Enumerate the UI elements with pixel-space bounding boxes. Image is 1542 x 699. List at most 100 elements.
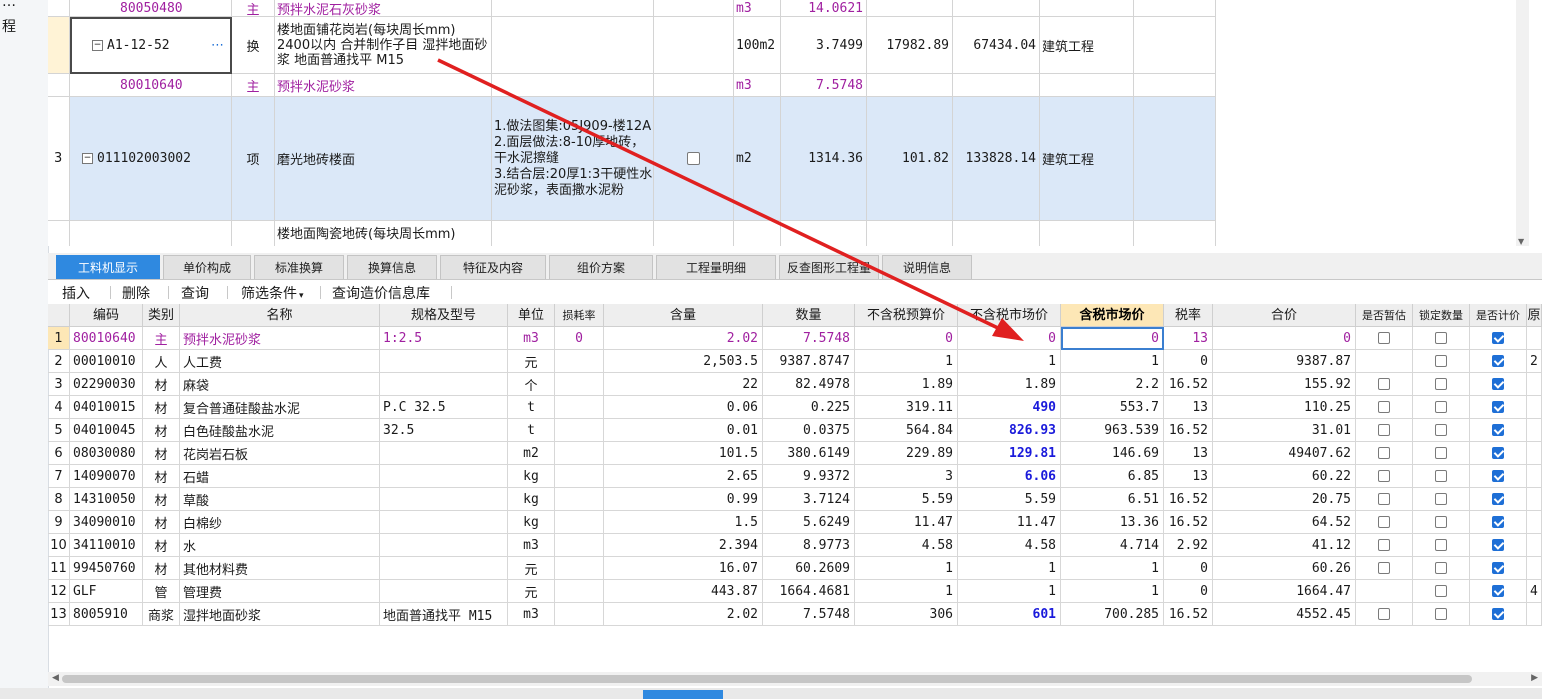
loss-rate-cell[interactable] <box>555 373 604 396</box>
unchecked-checkbox-icon[interactable] <box>1378 516 1390 528</box>
tax-rate-cell[interactable]: 16.52 <box>1164 488 1213 511</box>
quantity-cell[interactable]: 8.9773 <box>763 534 855 557</box>
unit-cell[interactable]: 元 <box>508 580 555 603</box>
left-panel-item[interactable]: … <box>2 0 16 10</box>
market-price-cell[interactable]: 1.89 <box>958 373 1061 396</box>
quantity-cell[interactable]: 0.225 <box>763 396 855 419</box>
loss-rate-cell[interactable] <box>555 442 604 465</box>
content-cell[interactable]: 22 <box>604 373 763 396</box>
unchecked-checkbox-icon[interactable] <box>1435 470 1447 482</box>
budget-price-cell[interactable]: 306 <box>855 603 958 626</box>
market-price-cell[interactable]: 5.59 <box>958 488 1061 511</box>
tax-market-price-cell[interactable]: 6.85 <box>1061 465 1164 488</box>
market-price-cell[interactable]: 826.93 <box>958 419 1061 442</box>
tax-rate-cell[interactable]: 16.52 <box>1164 419 1213 442</box>
total-cell[interactable]: 155.92 <box>1213 373 1356 396</box>
code-cell[interactable]: 04010045 <box>70 419 143 442</box>
name-cell[interactable]: 人工费 <box>180 350 380 373</box>
spec-cell[interactable]: 地面普通找平 M15 <box>380 603 508 626</box>
total-cell[interactable]: 9387.87 <box>1213 350 1356 373</box>
category-cell[interactable]: 材 <box>143 534 180 557</box>
loss-rate-cell[interactable] <box>555 465 604 488</box>
tax-rate-cell[interactable]: 2.92 <box>1164 534 1213 557</box>
col-tax-rate[interactable]: 税率 <box>1164 304 1213 327</box>
unit-cell[interactable]: m3 <box>508 534 555 557</box>
material-row[interactable]: 4 04010015 材复合普通硅酸盐水泥 P.C 32.5 t 0.06 0.225 319… <box>48 396 1542 419</box>
market-price-cell[interactable]: 1 <box>958 557 1061 580</box>
total-cell[interactable]: 64.52 <box>1213 511 1356 534</box>
content-cell[interactable]: 0.01 <box>604 419 763 442</box>
col-loss-rate[interactable]: 损耗率 <box>555 304 604 327</box>
tax-market-price-cell[interactable]: 963.539 <box>1061 419 1164 442</box>
category-cell[interactable]: 材 <box>143 442 180 465</box>
original-cell[interactable]: 2 <box>1527 350 1542 373</box>
quantity-cell[interactable]: 9387.8747 <box>763 350 855 373</box>
code-cell[interactable]: GLF <box>70 580 143 603</box>
unchecked-checkbox-icon[interactable] <box>1378 378 1390 390</box>
status-active-tab[interactable] <box>643 690 723 699</box>
col-market-price[interactable]: 不含税市场价 <box>958 304 1061 327</box>
checked-checkbox-icon[interactable] <box>1492 608 1504 620</box>
spec-cell[interactable]: 32.5 <box>380 419 508 442</box>
unchecked-checkbox-icon[interactable] <box>1378 332 1390 344</box>
loss-rate-cell[interactable] <box>555 580 604 603</box>
name-cell[interactable]: 石蜡 <box>180 465 380 488</box>
price-library-button[interactable]: 查询造价信息库 <box>332 283 430 303</box>
quantity-cell[interactable]: 5.6249 <box>763 511 855 534</box>
unchecked-checkbox-icon[interactable] <box>1378 608 1390 620</box>
tax-rate-cell[interactable]: 16.52 <box>1164 373 1213 396</box>
unchecked-checkbox-icon[interactable] <box>1378 447 1390 459</box>
tab-reverse-lookup[interactable]: 反查图形工程量 <box>779 255 879 279</box>
content-cell[interactable]: 2.394 <box>604 534 763 557</box>
name-cell[interactable]: 水 <box>180 534 380 557</box>
category-cell[interactable]: 商浆 <box>143 603 180 626</box>
col-code[interactable]: 编码 <box>70 304 143 327</box>
unit-cell[interactable]: t <box>508 396 555 419</box>
tax-market-price-cell[interactable]: 553.7 <box>1061 396 1164 419</box>
col-unit[interactable]: 单位 <box>508 304 555 327</box>
budget-price-cell[interactable]: 1 <box>855 350 958 373</box>
category-cell[interactable]: 材 <box>143 557 180 580</box>
unchecked-checkbox-icon[interactable] <box>1435 332 1447 344</box>
filter-button[interactable]: 筛选条件 ▾ <box>241 283 304 303</box>
unchecked-checkbox-icon[interactable] <box>1378 401 1390 413</box>
tax-market-price-cell[interactable]: 1 <box>1061 557 1164 580</box>
code-cell[interactable]: 80010640 <box>70 327 143 350</box>
content-cell[interactable]: 2.02 <box>604 603 763 626</box>
tax-market-price-cell[interactable]: 6.51 <box>1061 488 1164 511</box>
market-price-cell[interactable]: 490 <box>958 396 1061 419</box>
quantity-cell[interactable]: 82.4978 <box>763 373 855 396</box>
col-lock-quantity[interactable]: 锁定数量 <box>1413 304 1470 327</box>
unchecked-checkbox-icon[interactable] <box>1435 447 1447 459</box>
material-row[interactable]: 1 80010640 主预拌水泥砂浆 1:2.5 m3 0 2.02 7.5748 0 0 0 13 0 <box>48 327 1542 350</box>
content-cell[interactable]: 2.65 <box>604 465 763 488</box>
category-cell[interactable]: 主 <box>143 327 180 350</box>
budget-price-cell[interactable]: 0 <box>855 327 958 350</box>
tab-standard-conversion[interactable]: 标准换算 <box>254 255 344 279</box>
total-cell[interactable]: 20.75 <box>1213 488 1356 511</box>
code-cell[interactable]: 99450760 <box>70 557 143 580</box>
tax-rate-cell[interactable]: 0 <box>1164 580 1213 603</box>
original-cell[interactable] <box>1527 327 1542 350</box>
tab-conversion-info[interactable]: 换算信息 <box>347 255 437 279</box>
total-cell[interactable]: 4552.45 <box>1213 603 1356 626</box>
material-row[interactable]: 5 04010045 材白色硅酸盐水泥 32.5 t 0.01 0.0375 564.84 82… <box>48 419 1542 442</box>
unit-cell[interactable]: m3 <box>508 327 555 350</box>
tax-market-price-cell[interactable]: 4.714 <box>1061 534 1164 557</box>
quantity-cell[interactable]: 60.2609 <box>763 557 855 580</box>
unit-cell[interactable]: 元 <box>508 557 555 580</box>
total-cell[interactable]: 110.25 <box>1213 396 1356 419</box>
material-row[interactable]: 8 14310050 材草酸 kg 0.99 3.7124 5.59 5.59 6.51 16.5… <box>48 488 1542 511</box>
unchecked-checkbox-icon[interactable] <box>1435 608 1447 620</box>
quantity-cell[interactable]: 9.9372 <box>763 465 855 488</box>
tab-material-display[interactable]: 工料机显示 <box>56 255 160 279</box>
tax-market-price-cell[interactable]: 0 <box>1061 327 1164 350</box>
unit-cell[interactable]: 个 <box>508 373 555 396</box>
col-quantity[interactable]: 数量 <box>763 304 855 327</box>
original-cell[interactable] <box>1527 603 1542 626</box>
budget-price-cell[interactable]: 229.89 <box>855 442 958 465</box>
quantity-cell[interactable]: 3.7124 <box>763 488 855 511</box>
content-cell[interactable]: 0.99 <box>604 488 763 511</box>
checked-checkbox-icon[interactable] <box>1492 401 1504 413</box>
market-price-cell[interactable]: 1 <box>958 350 1061 373</box>
